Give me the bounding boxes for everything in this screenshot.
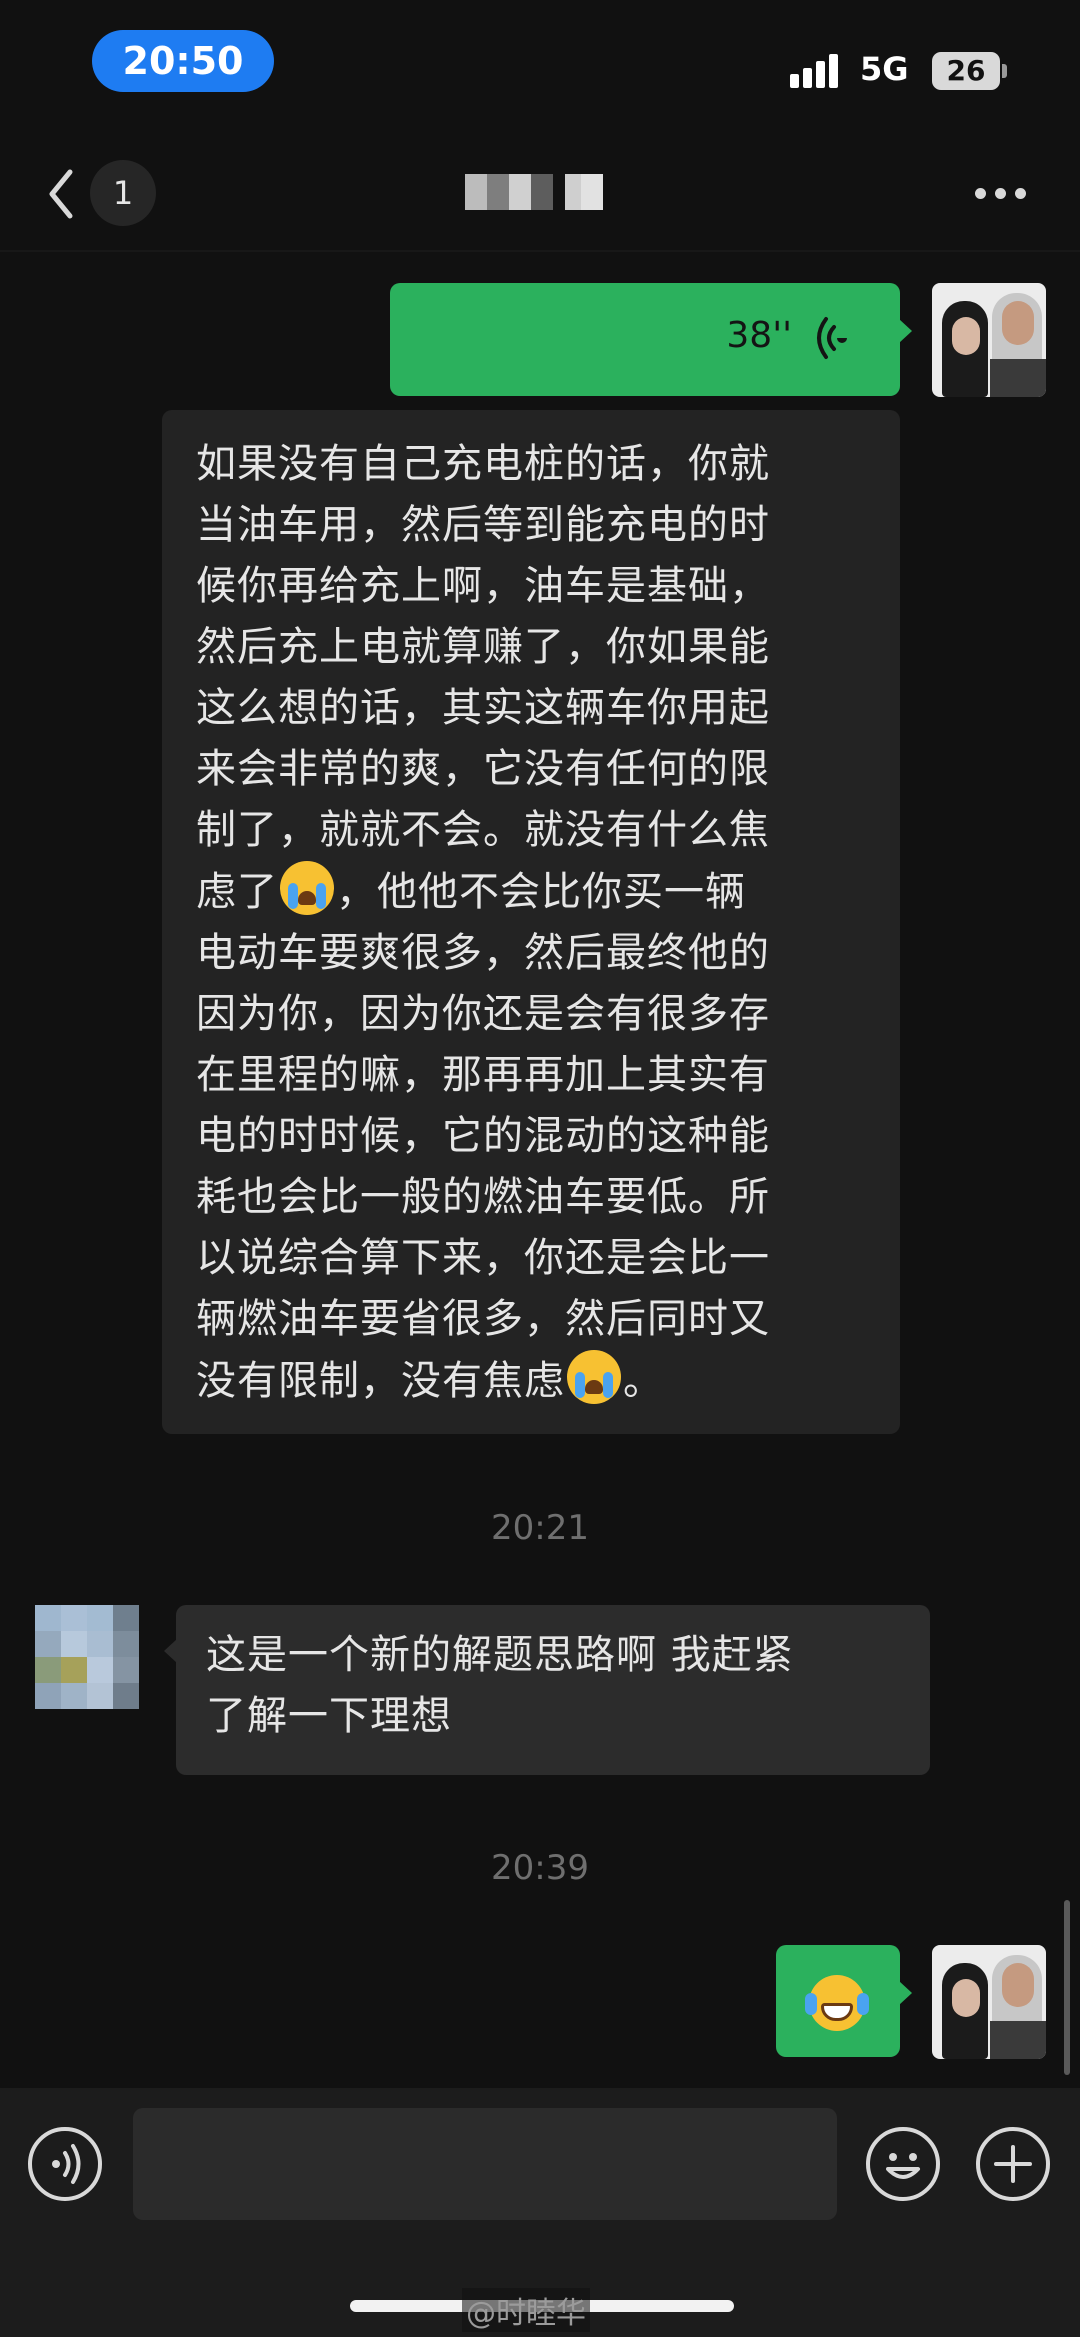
transcript-line: 因为你，因为你还是会有很多存 [196, 991, 770, 1037]
chat-title-pixelated [465, 174, 605, 210]
crying-emoji-icon [280, 861, 334, 915]
received-message-bubble[interactable]: 这是一个新的解题思路啊 我赶紧 了解一下理想 [164, 1605, 930, 1775]
crying-emoji-icon [567, 1350, 621, 1404]
header-divider [0, 250, 1080, 252]
transcript-line: 电的时时候，它的混动的这种能 [196, 1113, 770, 1159]
transcript-line: 没有限制，没有焦虑。 [196, 1350, 868, 1412]
transcript-line: 候你再给充上啊，油车是基础， [196, 563, 770, 609]
battery-level: 26 [932, 52, 1000, 90]
transcript-line: 如果没有自己充电桩的话，你就 [196, 441, 770, 487]
emoji-message-bubble[interactable] [776, 1945, 912, 2057]
scrollbar[interactable] [1064, 1900, 1070, 2075]
battery-tip [1002, 64, 1007, 78]
emoji-button[interactable] [866, 2127, 940, 2201]
my-avatar[interactable] [932, 283, 1046, 397]
watermark: @时睦华 [462, 2288, 590, 2332]
voice-wave-icon [817, 317, 847, 359]
voice-message-bubble[interactable]: 38'' [390, 283, 912, 396]
network-type: 5G [860, 50, 909, 88]
unread-badge[interactable]: 1 [90, 160, 156, 226]
signal-icon [790, 54, 842, 88]
message-line: 这是一个新的解题思路啊 我赶紧 [206, 1632, 794, 1678]
plus-icon [994, 2145, 1032, 2183]
transcript-line: 辆燃油车要省很多，然后同时又 [196, 1296, 770, 1342]
laughing-tears-emoji-icon [805, 1975, 869, 2031]
message-input[interactable] [133, 2108, 837, 2220]
contact-avatar-pixelated[interactable] [35, 1605, 139, 1709]
transcript-line: 当油车用，然后等到能充电的时 [196, 502, 770, 548]
transcript-line: 然后充上电就算赚了，你如果能 [196, 624, 770, 670]
chevron-left-icon[interactable] [40, 162, 84, 226]
transcript-line: 耗也会比一般的燃油车要低。所 [196, 1174, 770, 1220]
transcript-line: 在里程的嘛，那再再加上其实有 [196, 1052, 770, 1098]
transcript-line: 电动车要爽很多，然后最终他的 [196, 930, 770, 976]
chat-screen: 20:50 5G 26 1 38'' 如果没有自己充电桩的话，你就 当油车用，然… [0, 0, 1080, 2337]
transcript-line: 虑了 ，他他不会比你买一辆 [196, 861, 868, 923]
voice-input-icon [52, 2144, 81, 2184]
timestamp: 20:21 [491, 1508, 589, 1548]
voice-transcript[interactable]: 如果没有自己充电桩的话，你就 当油车用，然后等到能充电的时 候你再给充上啊，油车… [162, 410, 900, 1434]
emoji-icon [886, 2153, 920, 2179]
status-time: 20:50 [92, 30, 274, 92]
voice-duration: 38'' [726, 315, 792, 356]
transcript-line: 来会非常的爽，它没有任何的限 [196, 746, 770, 792]
timestamp: 20:39 [491, 1848, 589, 1888]
voice-input-button[interactable] [28, 2127, 102, 2201]
transcript-line: 这么想的话，其实这辆车你用起 [196, 685, 770, 731]
message-line: 了解一下理想 [206, 1693, 452, 1739]
more-functions-button[interactable] [976, 2127, 1050, 2201]
chat-header: 1 [0, 140, 1080, 250]
more-icon[interactable] [975, 188, 1031, 202]
transcript-line: 以说综合算下来，你还是会比一 [196, 1235, 770, 1281]
transcript-line: 制了，就就不会。就没有什么焦 [196, 807, 770, 853]
my-avatar[interactable] [932, 1945, 1046, 2059]
